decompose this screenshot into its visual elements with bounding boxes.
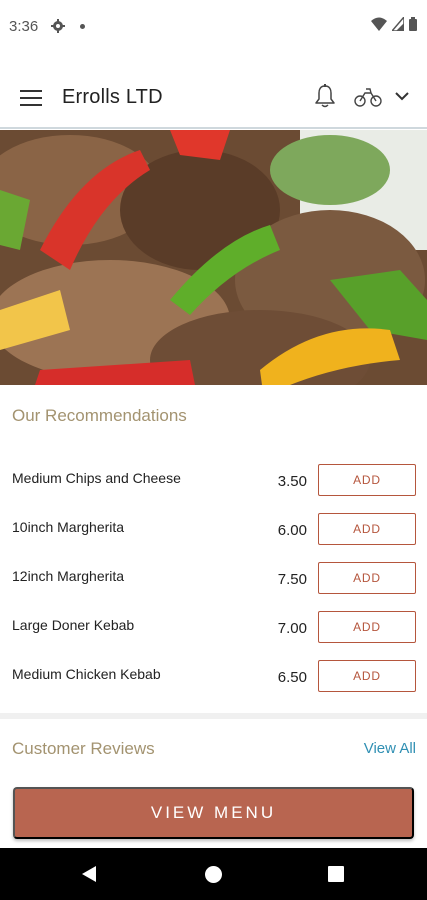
add-button[interactable]: ADD <box>318 513 416 545</box>
app-bar: Errolls LTD <box>0 56 427 129</box>
menu-item-row: Medium Chicken Kebab 6.50 ADD <box>0 660 427 700</box>
status-bar: 3:36 <box>0 0 427 56</box>
menu-item-row: 12inch Margherita 7.50 ADD <box>0 562 427 602</box>
back-icon[interactable] <box>80 865 98 883</box>
menu-item-row: Medium Chips and Cheese 3.50 ADD <box>0 464 427 504</box>
menu-item-row: Large Doner Kebab 7.00 ADD <box>0 611 427 651</box>
status-time: 3:36 <box>9 18 39 35</box>
recent-apps-icon[interactable] <box>328 866 344 882</box>
item-price: 7.50 <box>277 571 307 588</box>
app-title: Errolls LTD <box>62 86 163 108</box>
view-all-reviews-link[interactable]: View All <box>364 740 416 757</box>
customer-reviews-heading: Customer Reviews <box>12 739 155 758</box>
kebab-photo <box>0 130 427 385</box>
add-button[interactable]: ADD <box>318 660 416 692</box>
item-name: Medium Chips and Cheese <box>12 470 181 486</box>
status-icons <box>371 17 417 31</box>
view-menu-button[interactable]: VIEW MENU <box>13 787 414 839</box>
hamburger-menu-icon[interactable] <box>20 90 42 106</box>
item-price: 7.00 <box>277 620 307 637</box>
item-price: 6.50 <box>277 669 307 686</box>
item-name: 10inch Margherita <box>12 519 125 535</box>
add-button[interactable]: ADD <box>318 611 416 643</box>
recommendations-heading: Our Recommendations <box>12 406 187 425</box>
notification-dot-icon <box>80 24 85 29</box>
system-nav-bar <box>0 848 427 900</box>
add-button[interactable]: ADD <box>318 464 416 496</box>
item-name: Medium Chicken Kebab <box>12 666 161 682</box>
delivery-scooter-icon[interactable] <box>354 86 382 108</box>
item-name: 12inch Margherita <box>12 568 125 584</box>
section-divider <box>0 713 427 719</box>
wifi-icon <box>371 17 387 31</box>
battery-icon <box>409 17 417 31</box>
signal-icon <box>392 17 404 31</box>
notification-bell-icon[interactable] <box>314 84 336 108</box>
settings-gear-icon <box>51 19 65 33</box>
chevron-down-icon[interactable] <box>394 90 410 102</box>
add-button[interactable]: ADD <box>318 562 416 594</box>
menu-item-row: 10inch Margherita 6.00 ADD <box>0 513 427 553</box>
home-icon[interactable] <box>205 866 222 883</box>
item-price: 3.50 <box>277 473 307 490</box>
item-price: 6.00 <box>277 522 307 539</box>
item-name: Large Doner Kebab <box>12 617 135 633</box>
hero-food-image <box>0 130 427 385</box>
